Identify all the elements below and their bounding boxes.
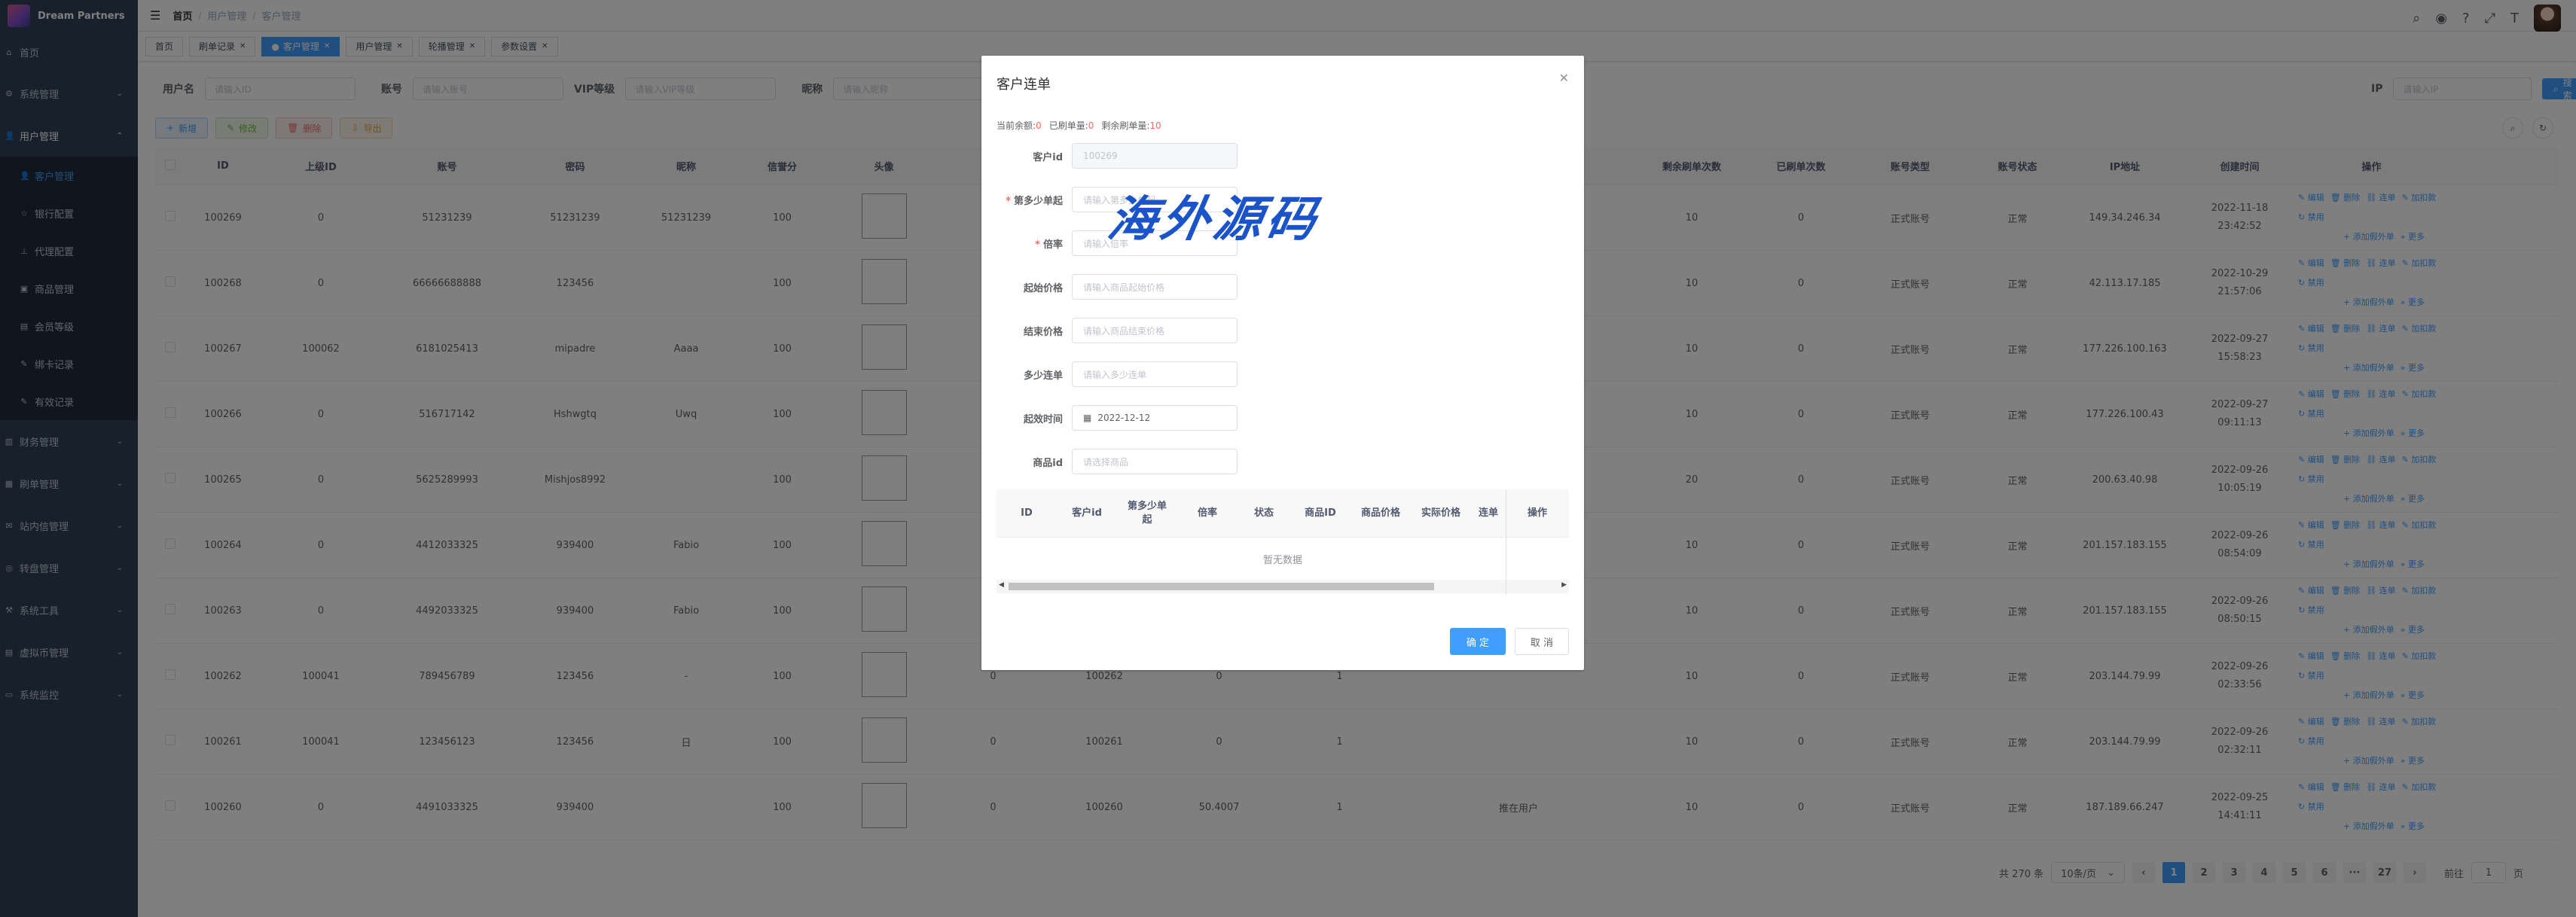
required-mark: *: [1006, 195, 1011, 207]
form-label-text: 商品id: [1033, 457, 1063, 469]
watermark: 海外源码: [1103, 191, 1325, 248]
dialog-column-header: 实际价格: [1421, 507, 1460, 519]
form-row: 起效时间 ▦ 2022-12-12: [997, 405, 1238, 431]
form-label: 起始价格: [997, 280, 1072, 294]
close-icon[interactable]: ✕: [1559, 71, 1569, 85]
form-input[interactable]: 请输入商品结束价格: [1072, 318, 1238, 343]
form-label-text: 多少连单: [1023, 370, 1063, 382]
remain-value: 10: [1149, 120, 1161, 131]
scrollbar-thumb[interactable]: [1009, 583, 1434, 590]
form-label: * 倍率: [997, 236, 1072, 251]
cancel-button[interactable]: 取 消: [1515, 628, 1569, 655]
form-label: 客户id: [997, 149, 1072, 163]
form-input-text: 请输入商品起始价格: [1083, 282, 1165, 293]
form-input[interactable]: 请选择商品: [1072, 449, 1238, 474]
form-label-text: 倍率: [1042, 239, 1063, 251]
form-label-text: 结束价格: [1023, 326, 1063, 338]
scroll-right-icon[interactable]: ▶: [1561, 581, 1567, 589]
chain-order-dialog: 客户连单 ✕ 当前余额:0 已刷单量:0 剩余刷单量:10 客户id 100269…: [981, 56, 1584, 670]
form-input-text: 100269: [1083, 151, 1118, 161]
dialog-column-header: 商品ID: [1305, 507, 1336, 519]
dialog-column-header: 客户id: [1072, 507, 1102, 519]
confirm-button[interactable]: 确 定: [1450, 628, 1506, 655]
form-label: 起效时间: [997, 411, 1072, 425]
form-label-text: 起效时间: [1023, 413, 1063, 425]
balance-label: 当前余额:: [997, 120, 1036, 131]
form-label: 结束价格: [997, 324, 1072, 338]
form-input: 100269: [1072, 143, 1238, 169]
form-input-text: 请输入商品结束价格: [1083, 325, 1165, 337]
dialog-column-header: 第多少单起: [1127, 500, 1167, 526]
dialog-column-header: 商品价格: [1360, 507, 1400, 519]
remain-label: 剩余刷单量:: [1101, 120, 1150, 131]
balance-value: 0: [1036, 120, 1042, 131]
form-label-text: 起始价格: [1023, 282, 1063, 294]
form-row: 客户id 100269: [997, 143, 1238, 169]
form-input-text: 2022-12-12: [1097, 413, 1151, 423]
chain-order-table: ID 客户id 第多少单起 倍率 状态 商品ID 商品价格 实际价格 连单 操作 暂无数据 ◀ ▶: [997, 489, 1569, 595]
done-value: 0: [1088, 120, 1094, 131]
form-input-text: 请输入多少连单: [1083, 369, 1147, 380]
dialog-column-header: 状态: [1253, 507, 1274, 519]
form-label: * 第多少单起: [997, 193, 1072, 207]
dialog-column-header: ID: [1021, 507, 1033, 519]
form-row: 商品id 请选择商品: [997, 449, 1238, 474]
dialog-table-header: ID 客户id 第多少单起 倍率 状态 商品ID 商品价格 实际价格 连单 操作: [997, 489, 1569, 538]
form-label: 多少连单: [997, 367, 1072, 382]
done-label: 已刷单量:: [1048, 120, 1088, 131]
form-input-text: 请选择商品: [1083, 456, 1129, 468]
form-row: 起始价格 请输入商品起始价格: [997, 274, 1238, 300]
form-row: 多少连单 请输入多少连单: [997, 361, 1238, 387]
form-label-text: 第多少单起: [1013, 195, 1063, 207]
calendar-icon: ▦: [1083, 413, 1092, 423]
dialog-column-header: 连单: [1478, 507, 1498, 519]
form-row: 结束价格 请输入商品结束价格: [997, 318, 1238, 343]
form-input[interactable]: 请输入多少连单: [1072, 361, 1238, 387]
dialog-summary: 当前余额:0 已刷单量:0 剩余刷单量:10: [997, 119, 1161, 132]
form-input[interactable]: 请输入商品起始价格: [1072, 274, 1238, 300]
dialog-column-header: 倍率: [1197, 507, 1217, 519]
dialog-title: 客户连单: [997, 77, 1051, 93]
dialog-column-header: 操作: [1527, 507, 1547, 519]
empty-text: 暂无数据: [1262, 554, 1302, 566]
required-mark: *: [1035, 239, 1040, 251]
horizontal-scrollbar[interactable]: ◀ ▶: [997, 580, 1569, 593]
form-input[interactable]: ▦ 2022-12-12: [1072, 405, 1238, 431]
form-label-text: 客户id: [1033, 151, 1063, 163]
scroll-left-icon[interactable]: ◀: [999, 581, 1004, 589]
form-label: 商品id: [997, 455, 1072, 469]
